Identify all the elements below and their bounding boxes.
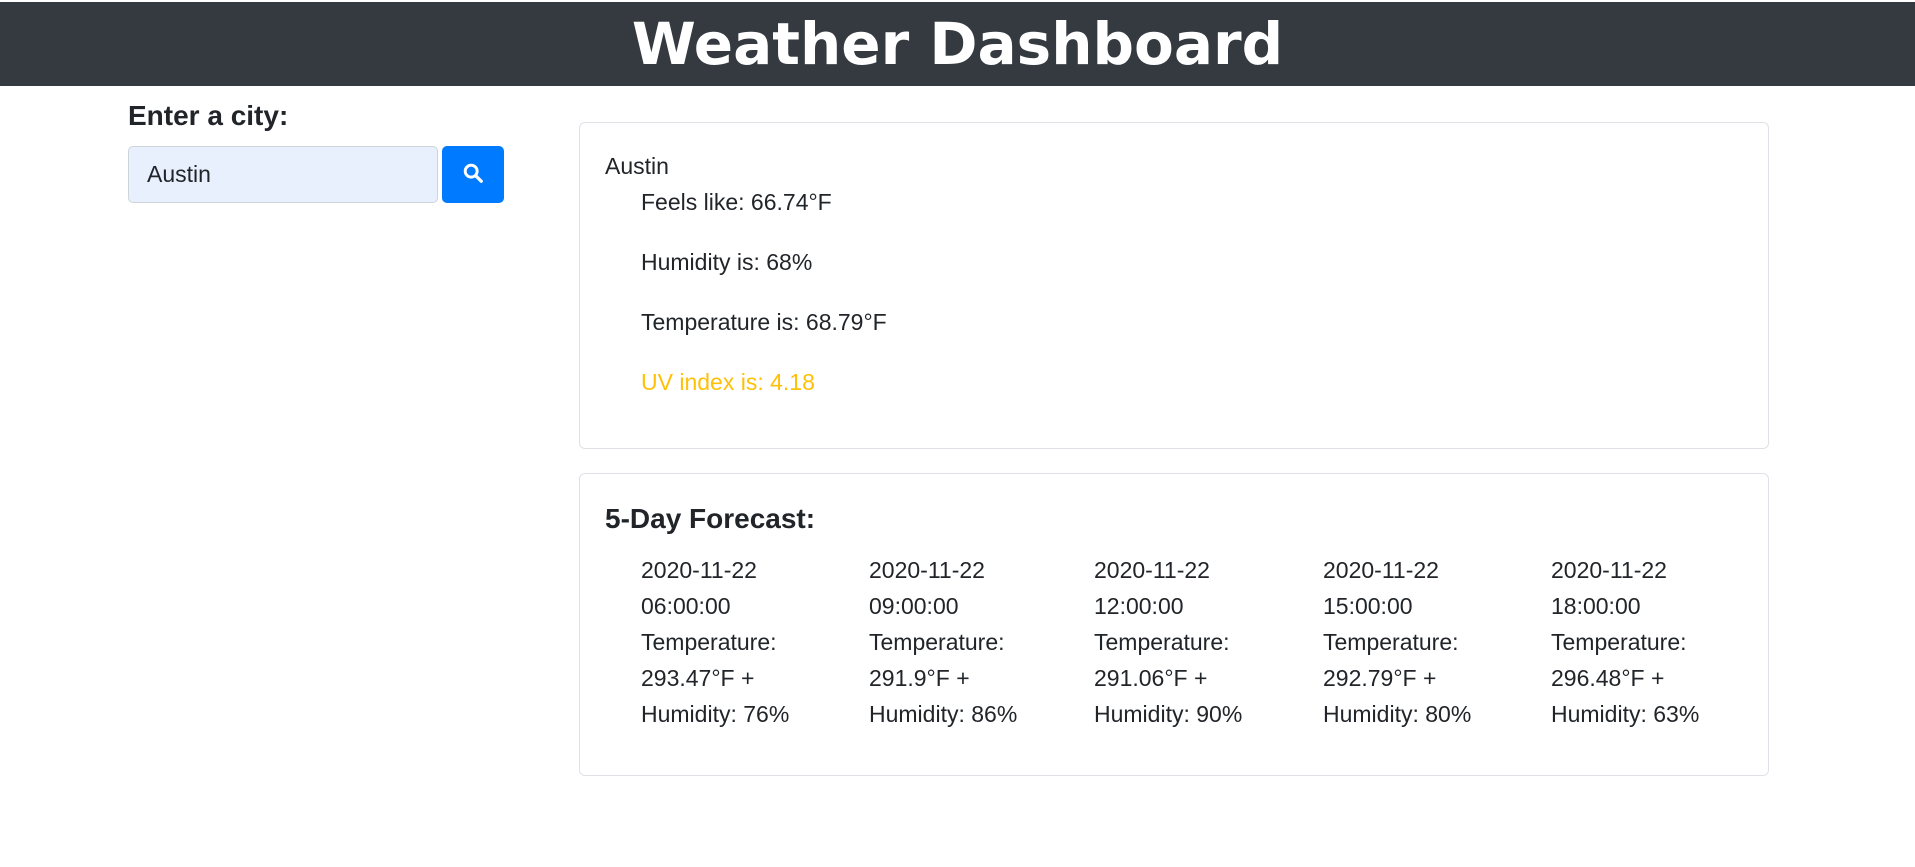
forecast-date: 2020-11-22 [641,557,757,583]
forecast-day: 2020-11-22 06:00:00 Temperature: 293.47°… [641,552,789,732]
forecast-temp: 291.06°F + [1094,665,1208,691]
forecast-time: 12:00:00 [1094,593,1184,619]
forecast-card: 5-Day Forecast: 2020-11-22 06:00:00 Temp… [579,473,1769,776]
forecast-temp: 292.79°F + [1323,665,1437,691]
current-weather-card: Austin Feels like: 66.74°F Humidity is: … [579,122,1769,449]
forecast-humidity: Humidity: 76% [641,701,790,727]
page-title: Weather Dashboard [631,10,1284,78]
forecast-humidity: Humidity: 86% [869,701,1018,727]
city-search-label: Enter a city: [128,100,289,131]
forecast-temp-label: Temperature: [869,629,1005,655]
forecast-temp-label: Temperature: [1094,629,1230,655]
forecast-temp: 296.48°F + [1551,665,1665,691]
forecast-date: 2020-11-22 [1551,557,1667,583]
forecast-title: 5-Day Forecast: [605,503,816,534]
forecast-humidity: Humidity: 90% [1094,701,1243,727]
forecast-day: 2020-11-22 18:00:00 Temperature: 296.48°… [1551,552,1699,732]
current-city-name: Austin [605,153,669,179]
forecast-time: 15:00:00 [1323,593,1413,619]
forecast-time: 09:00:00 [869,593,959,619]
forecast-temp: 291.9°F + [869,665,970,691]
humidity-text: Humidity is: 68% [641,249,813,275]
forecast-humidity: Humidity: 80% [1323,701,1472,727]
uv-index-text: UV index is: 4.18 [641,369,815,395]
temperature-text: Temperature is: 68.79°F [641,309,887,335]
forecast-temp: 293.47°F + [641,665,755,691]
search-button[interactable] [442,146,504,203]
forecast-date: 2020-11-22 [1323,557,1439,583]
forecast-temp-label: Temperature: [641,629,777,655]
forecast-date: 2020-11-22 [1094,557,1210,583]
forecast-date: 2020-11-22 [869,557,985,583]
header-bar: Weather Dashboard [0,2,1915,86]
forecast-day: 2020-11-22 15:00:00 Temperature: 292.79°… [1323,552,1471,732]
forecast-day: 2020-11-22 09:00:00 Temperature: 291.9°F… [869,552,1017,732]
city-search-input[interactable] [128,146,438,203]
forecast-temp-label: Temperature: [1551,629,1687,655]
forecast-temp-label: Temperature: [1323,629,1459,655]
forecast-day: 2020-11-22 12:00:00 Temperature: 291.06°… [1094,552,1242,732]
search-icon [462,162,484,187]
forecast-time: 18:00:00 [1551,593,1641,619]
forecast-humidity: Humidity: 63% [1551,701,1700,727]
forecast-time: 06:00:00 [641,593,731,619]
feels-like-text: Feels like: 66.74°F [641,189,832,215]
